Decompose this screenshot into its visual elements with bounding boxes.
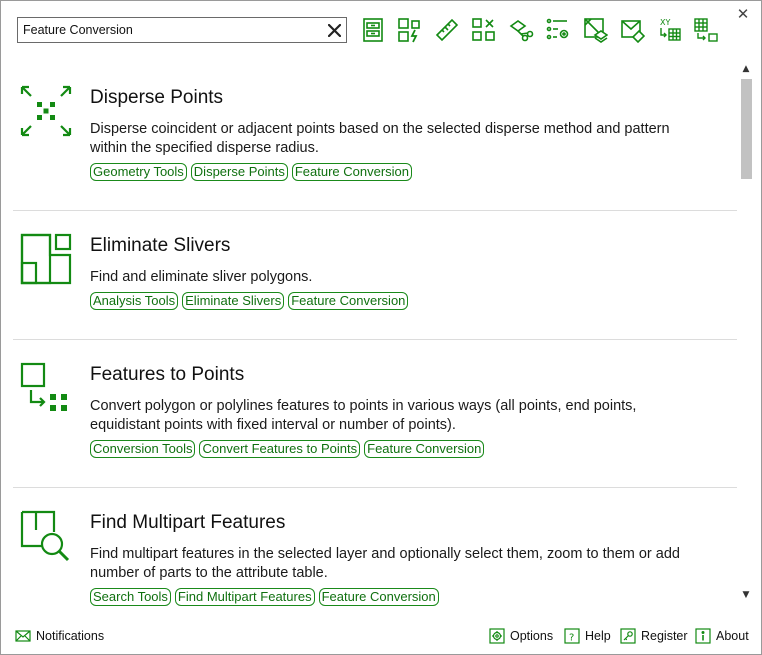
vertical-scrollbar[interactable]: ▲ ▼ [739, 63, 753, 601]
eliminate-slivers-icon [20, 233, 72, 285]
tag-link[interactable]: Geometry Tools [90, 163, 187, 181]
tag-link[interactable]: Search Tools [90, 588, 171, 606]
toolbar-map-edit-button[interactable] [616, 15, 647, 45]
about-label: About [716, 629, 749, 643]
svg-text:?: ? [569, 633, 574, 644]
toolbar-ruler-button[interactable] [431, 15, 462, 45]
map-edit-icon [620, 20, 645, 43]
item-description: Find and eliminate sliver polygons. [90, 269, 313, 285]
help-button[interactable]: ? Help [564, 628, 611, 644]
close-icon [327, 23, 341, 37]
item-description: Find multipart features in the selected … [90, 546, 680, 581]
help-icon: ? [564, 628, 580, 644]
about-button[interactable]: About [695, 628, 749, 644]
search-box [17, 17, 347, 43]
results-list: Disperse Points Disperse coincident or a… [13, 61, 737, 608]
tag-link[interactable]: Convert Features to Points [199, 440, 361, 458]
item-description: Disperse coincident or adjacent points b… [90, 121, 670, 156]
item-tags: Search Tools Find Multipart Features Fea… [90, 588, 439, 606]
tag-link[interactable]: Feature Conversion [291, 163, 413, 181]
options-label: Options [510, 629, 554, 643]
toolbar-map-layers-button[interactable] [579, 15, 610, 45]
tag-link[interactable]: Feature Conversion [288, 292, 409, 310]
notifications-label: Notifications [36, 629, 105, 643]
item-title: Find Multipart Features [90, 512, 286, 533]
list-item[interactable]: Find Multipart Features Find multipart f… [13, 488, 737, 608]
tag-link[interactable]: Find Multipart Features [174, 588, 315, 606]
cabinet-icon [362, 18, 383, 42]
footer-bar: Notifications Options ? Help Register Ab… [1, 614, 761, 654]
close-button[interactable]: ✕ [735, 6, 751, 22]
toolbar-scissors-button[interactable] [505, 15, 536, 45]
register-button[interactable]: Register [620, 628, 688, 644]
list-item[interactable]: Features to Points Convert polygon or po… [13, 340, 737, 488]
scissors-icon [509, 20, 533, 42]
toolbar-boxes-x-button[interactable] [468, 15, 499, 45]
toolbar-grid-export-button[interactable] [690, 15, 721, 45]
scroll-down-arrow-icon[interactable]: ▼ [739, 589, 753, 601]
tag-link[interactable]: Feature Conversion [364, 440, 485, 458]
item-tags: Analysis Tools Eliminate Slivers Feature… [90, 292, 409, 310]
map-layers-icon [583, 18, 608, 43]
item-title: Disperse Points [90, 87, 224, 108]
disperse-points-icon [20, 85, 72, 137]
tag-link[interactable]: Analysis Tools [90, 292, 179, 310]
svg-text:XY: XY [660, 18, 670, 27]
options-button[interactable]: Options [489, 628, 553, 644]
register-label: Register [641, 629, 688, 643]
toolbar-cabinet-button[interactable] [357, 15, 388, 45]
envelope-icon [15, 630, 31, 642]
tag-link[interactable]: Feature Conversion [318, 588, 439, 606]
list-item[interactable]: Eliminate Slivers Find and eliminate sli… [13, 211, 737, 340]
key-icon [620, 628, 636, 644]
notifications-button[interactable]: Notifications [15, 628, 104, 644]
clear-search-button[interactable] [322, 19, 346, 41]
shapes-flash-icon [397, 18, 420, 43]
toolbar-settings-list-button[interactable] [542, 15, 573, 45]
features-to-points-icon [20, 362, 72, 414]
boxes-x-icon [471, 18, 495, 41]
tag-link[interactable]: Disperse Points [190, 163, 288, 181]
scroll-thumb[interactable] [741, 79, 752, 179]
item-title: Features to Points [90, 364, 245, 385]
tool-search-window: ✕ Feature Conversion XY Disperse Points … [0, 0, 762, 655]
list-item[interactable]: Disperse Points Disperse coincident or a… [13, 61, 737, 211]
ruler-icon [435, 18, 458, 42]
xy-table-icon: XY [660, 18, 681, 41]
tag-link[interactable]: Conversion Tools [90, 440, 196, 458]
toolbar: XY [357, 15, 721, 45]
item-tags: Conversion Tools Convert Features to Poi… [90, 440, 485, 458]
find-multipart-icon [20, 510, 72, 562]
item-description: Convert polygon or polylines features to… [90, 398, 637, 433]
search-input[interactable] [18, 19, 322, 41]
help-label: Help [585, 629, 611, 643]
item-tags: Geometry Tools Disperse Points Feature C… [90, 163, 413, 181]
item-title: Eliminate Slivers [90, 235, 231, 256]
grid-export-icon [693, 18, 718, 42]
info-icon [695, 628, 711, 644]
toolbar-shapes-flash-button[interactable] [394, 15, 425, 45]
toolbar-xy-table-button[interactable]: XY [653, 15, 684, 45]
settings-list-icon [546, 18, 568, 40]
gear-icon [489, 628, 505, 644]
scroll-up-arrow-icon[interactable]: ▲ [739, 63, 753, 75]
tag-link[interactable]: Eliminate Slivers [182, 292, 285, 310]
